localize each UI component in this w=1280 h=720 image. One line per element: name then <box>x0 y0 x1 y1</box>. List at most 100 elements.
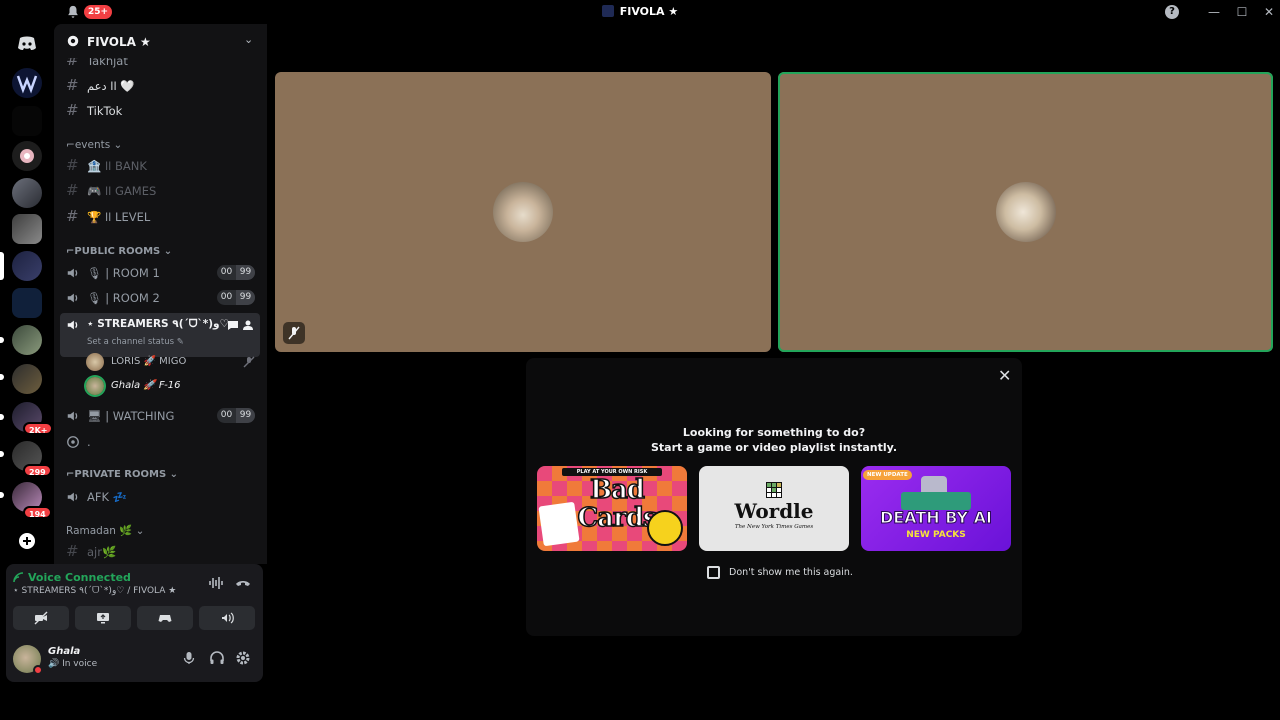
speaker-icon <box>67 492 78 502</box>
microphone-icon[interactable] <box>181 650 197 666</box>
noise-suppression-icon[interactable] <box>208 576 224 590</box>
speaker-icon <box>67 293 78 303</box>
server-icon[interactable] <box>12 288 42 318</box>
voice-channel-streamers[interactable]: ⋆ STREAMERS ٩(ˊᗜˋ*)و♡ Set a channel stat… <box>60 313 260 357</box>
channel-item[interactable]: # TikTok <box>60 99 260 123</box>
server-icon[interactable] <box>12 178 42 208</box>
user-name[interactable]: Ghala <box>48 646 80 657</box>
hash-icon: # <box>66 156 79 174</box>
speaker-icon <box>67 268 78 278</box>
help-icon[interactable]: ? <box>1165 5 1179 19</box>
server-icon[interactable] <box>12 68 42 98</box>
server-logo-icon <box>601 5 614 17</box>
maximize-button[interactable]: ☐ <box>1232 3 1252 21</box>
hash-icon: # <box>66 207 79 225</box>
popover-subheading: Start a game or video playlist instantly… <box>651 441 897 454</box>
channel-item[interactable]: # اا دعم 🤍 <box>60 74 260 98</box>
new-update-tag: NEW UPDATE <box>863 470 912 480</box>
dont-show-label[interactable]: Don't show me this again. <box>729 567 853 578</box>
game-card-bad-cards[interactable]: PLAY AT YOUR OWN RISK Bad Cards <box>537 466 687 551</box>
discord-home-icon[interactable] <box>12 28 42 58</box>
game-subtitle: The New York Times Games <box>734 524 814 530</box>
avatar <box>86 353 104 371</box>
server-header[interactable]: FIVOLA ★ ⌄ <box>54 24 267 58</box>
hash-icon: # <box>66 101 79 119</box>
channel-label: TikTok <box>87 104 123 118</box>
server-icon[interactable] <box>12 325 42 355</box>
activity-button[interactable] <box>137 606 193 630</box>
channel-sidebar: FIVOLA ★ ⌄ # Takhjat # اا دعم 🤍 # TikTok… <box>54 24 267 564</box>
mention-badge: 299 <box>23 464 52 477</box>
muted-mic-icon <box>288 326 300 340</box>
server-badge-icon <box>67 35 79 47</box>
game-title: Wordle <box>734 499 814 523</box>
channel-item-level[interactable]: # 🏆 اا LEVEL <box>60 205 260 229</box>
channel-label: 🏆 اا LEVEL <box>87 210 151 224</box>
muted-indicator <box>283 322 305 344</box>
screen-share-icon <box>97 613 109 624</box>
voice-channel-room-2[interactable]: 🎙 | ROOM 2 00 99 <box>60 286 260 310</box>
camera-button[interactable] <box>13 606 69 630</box>
category-ramadan[interactable]: Ramadan 🌿 ⌄ <box>66 524 144 537</box>
add-member-icon[interactable] <box>243 319 255 331</box>
screen-share-button[interactable] <box>75 606 131 630</box>
voice-user-name: Ghala 🚀 F-16 <box>111 380 181 391</box>
game-footer: NEW PACKS <box>906 530 966 540</box>
chat-bubble-icon[interactable] <box>227 319 239 331</box>
server-icon[interactable] <box>12 251 42 281</box>
voice-user[interactable]: Ghala 🚀 F-16 <box>86 376 256 396</box>
mention-badge: 2K+ <box>23 422 54 435</box>
category-private-rooms[interactable]: ⌐PRIVATE ROOMS ⌄ <box>66 469 178 480</box>
channel-item-games[interactable]: # 🎮 اا GAMES <box>60 179 260 203</box>
category-public-rooms[interactable]: ⌐PUBLIC ROOMS ⌄ <box>66 246 172 257</box>
channel-item-ajr[interactable]: # ajr🌿 <box>60 540 260 564</box>
video-tile[interactable] <box>275 72 771 352</box>
settings-gear-icon[interactable] <box>235 650 251 666</box>
popover-heading: Looking for something to do? <box>682 426 866 439</box>
headphones-icon[interactable] <box>209 650 225 666</box>
voice-channel-afk[interactable]: AFK 💤 <box>60 485 260 509</box>
selected-server-pill <box>0 252 4 280</box>
server-folder-icon[interactable] <box>12 364 42 394</box>
channel-label: 🏦 اا BANK <box>87 159 147 173</box>
channel-status[interactable]: Set a channel status ✎ <box>87 337 184 347</box>
hash-icon: # <box>66 76 79 94</box>
channel-label: 🎙 | ROOM 2 <box>87 291 160 305</box>
hash-icon: # <box>66 181 79 199</box>
game-card-wordle[interactable]: Wordle The New York Times Games <box>699 466 849 551</box>
game-card-death-by-ai[interactable]: NEW UPDATE DEATH BY AI NEW PACKS <box>861 466 1011 551</box>
gamepad-icon <box>158 615 172 622</box>
voice-location[interactable]: ⋆ STREAMERS ٩(ˊᗜˋ*)و♡ / FIVOLA ★ <box>13 586 176 596</box>
category-events[interactable]: ⌐events ⌄ <box>66 139 122 151</box>
dont-show-checkbox[interactable] <box>707 566 720 579</box>
close-icon[interactable]: ✕ <box>998 366 1011 385</box>
voice-user[interactable]: LORIS 🚀 MIGO <box>86 352 256 372</box>
voice-channel-watching[interactable]: 🖥 | WATCHING 00 99 <box>60 404 260 428</box>
server-icon[interactable] <box>12 106 42 136</box>
voice-channel-room-1[interactable]: 🎙 | ROOM 1 00 99 <box>60 261 260 285</box>
voice-connected-label[interactable]: Voice Connected <box>28 571 131 584</box>
avatar <box>86 377 104 395</box>
wordle-grid-icon <box>766 482 782 498</box>
close-window-button[interactable]: ✕ <box>1259 3 1279 21</box>
soundboard-button[interactable] <box>199 606 255 630</box>
channel-label: اا دعم 🤍 <box>87 79 135 93</box>
avatar[interactable] <box>13 645 43 675</box>
minimize-button[interactable]: — <box>1204 3 1224 21</box>
add-server-button[interactable] <box>12 526 42 556</box>
voice-user-name: LORIS 🚀 MIGO <box>111 356 187 367</box>
game-title: Bad Cards <box>577 475 659 533</box>
channel-item-bank[interactable]: # 🏦 اا BANK <box>60 154 260 178</box>
card-sticker <box>647 510 683 546</box>
server-icon[interactable] <box>12 214 42 244</box>
soundboard-icon <box>222 612 234 624</box>
stage-channel[interactable]: . <box>60 430 260 454</box>
user-limit-badge: 00 99 <box>217 408 255 423</box>
server-icon[interactable] <box>12 141 42 171</box>
unread-dot <box>0 492 4 498</box>
video-tile-speaking[interactable] <box>778 72 1273 352</box>
chevron-down-icon[interactable]: ⌄ <box>244 33 253 46</box>
disconnect-icon[interactable] <box>235 577 251 589</box>
channel-label: . <box>87 435 91 449</box>
channel-label: ajr🌿 <box>87 545 117 559</box>
